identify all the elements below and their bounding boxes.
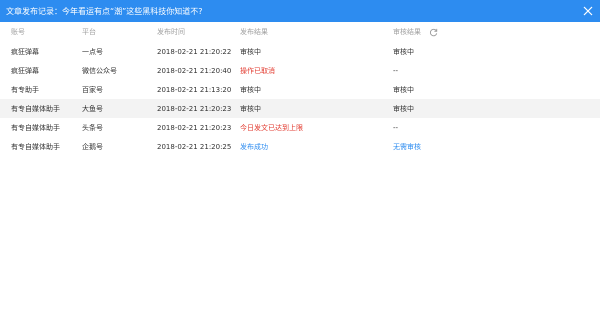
column-header-review: 审核结果 (393, 22, 438, 42)
row-account: 有专自媒体助手 (11, 104, 60, 113)
row-time: 2018-02-21 21:20:40 (157, 66, 232, 75)
row-result: 发布成功 (240, 142, 268, 151)
table-header: 账号 平台 发布时间 发布结果 审核结果 (0, 22, 600, 42)
row-platform: 微信公众号 (82, 66, 117, 75)
row-result: 审核中 (240, 104, 261, 113)
table-row: 有专自媒体助手 头条号 2018-02-21 21:20:23 今日发文已达到上… (0, 118, 600, 137)
row-platform: 企鹅号 (82, 142, 103, 151)
row-account: 有专助手 (11, 85, 39, 94)
row-account: 疯狂弹幕 (11, 47, 39, 56)
refresh-icon[interactable] (429, 28, 438, 37)
row-result: 操作已取消 (240, 66, 275, 75)
row-review: 审核中 (393, 47, 414, 56)
table-row: 疯狂弹幕 一点号 2018-02-21 21:20:22 审核中 审核中 (0, 42, 600, 61)
close-icon[interactable] (582, 5, 594, 17)
column-header-time: 发布时间 (157, 28, 185, 36)
row-platform: 头条号 (82, 123, 103, 132)
row-time: 2018-02-21 21:13:20 (157, 85, 232, 94)
row-account: 有专自媒体助手 (11, 142, 60, 151)
row-account: 疯狂弹幕 (11, 66, 39, 75)
row-time: 2018-02-21 21:20:23 (157, 123, 232, 132)
row-time: 2018-02-21 21:20:23 (157, 104, 232, 113)
table-row: 有专自媒体助手 大鱼号 2018-02-21 21:20:23 审核中 审核中 (0, 99, 600, 118)
row-account: 有专自媒体助手 (11, 123, 60, 132)
column-header-platform: 平台 (82, 28, 96, 36)
table-row: 疯狂弹幕 微信公众号 2018-02-21 21:20:40 操作已取消 -- (0, 61, 600, 80)
row-platform: 百家号 (82, 85, 103, 94)
row-time: 2018-02-21 21:20:22 (157, 47, 232, 56)
column-header-review-label: 审核结果 (393, 28, 421, 36)
row-platform: 大鱼号 (82, 104, 103, 113)
row-review: -- (393, 66, 399, 75)
column-header-result: 发布结果 (240, 28, 268, 36)
row-time: 2018-02-21 21:20:25 (157, 142, 232, 151)
row-review: 无需审核 (393, 142, 421, 151)
row-review: 审核中 (393, 104, 414, 113)
table-row: 有专助手 百家号 2018-02-21 21:13:20 审核中 审核中 (0, 80, 600, 99)
title-bar: 文章发布记录：今年看运有点“潮”这些黑科技你知道不? (0, 0, 600, 22)
window-title: 文章发布记录：今年看运有点“潮”这些黑科技你知道不? (6, 6, 203, 16)
publish-record-window: 文章发布记录：今年看运有点“潮”这些黑科技你知道不? 账号 平台 发布时间 发布… (0, 0, 600, 334)
row-review: -- (393, 123, 399, 132)
table-row: 有专自媒体助手 企鹅号 2018-02-21 21:20:25 发布成功 无需审… (0, 137, 600, 156)
row-result: 审核中 (240, 47, 261, 56)
row-review: 审核中 (393, 85, 414, 94)
row-platform: 一点号 (82, 47, 103, 56)
publish-record-table: 账号 平台 发布时间 发布结果 审核结果 疯狂弹幕 一点号 2018-02-21… (0, 22, 600, 156)
row-result: 今日发文已达到上限 (240, 123, 303, 132)
row-result: 审核中 (240, 85, 261, 94)
column-header-account: 账号 (11, 28, 25, 36)
